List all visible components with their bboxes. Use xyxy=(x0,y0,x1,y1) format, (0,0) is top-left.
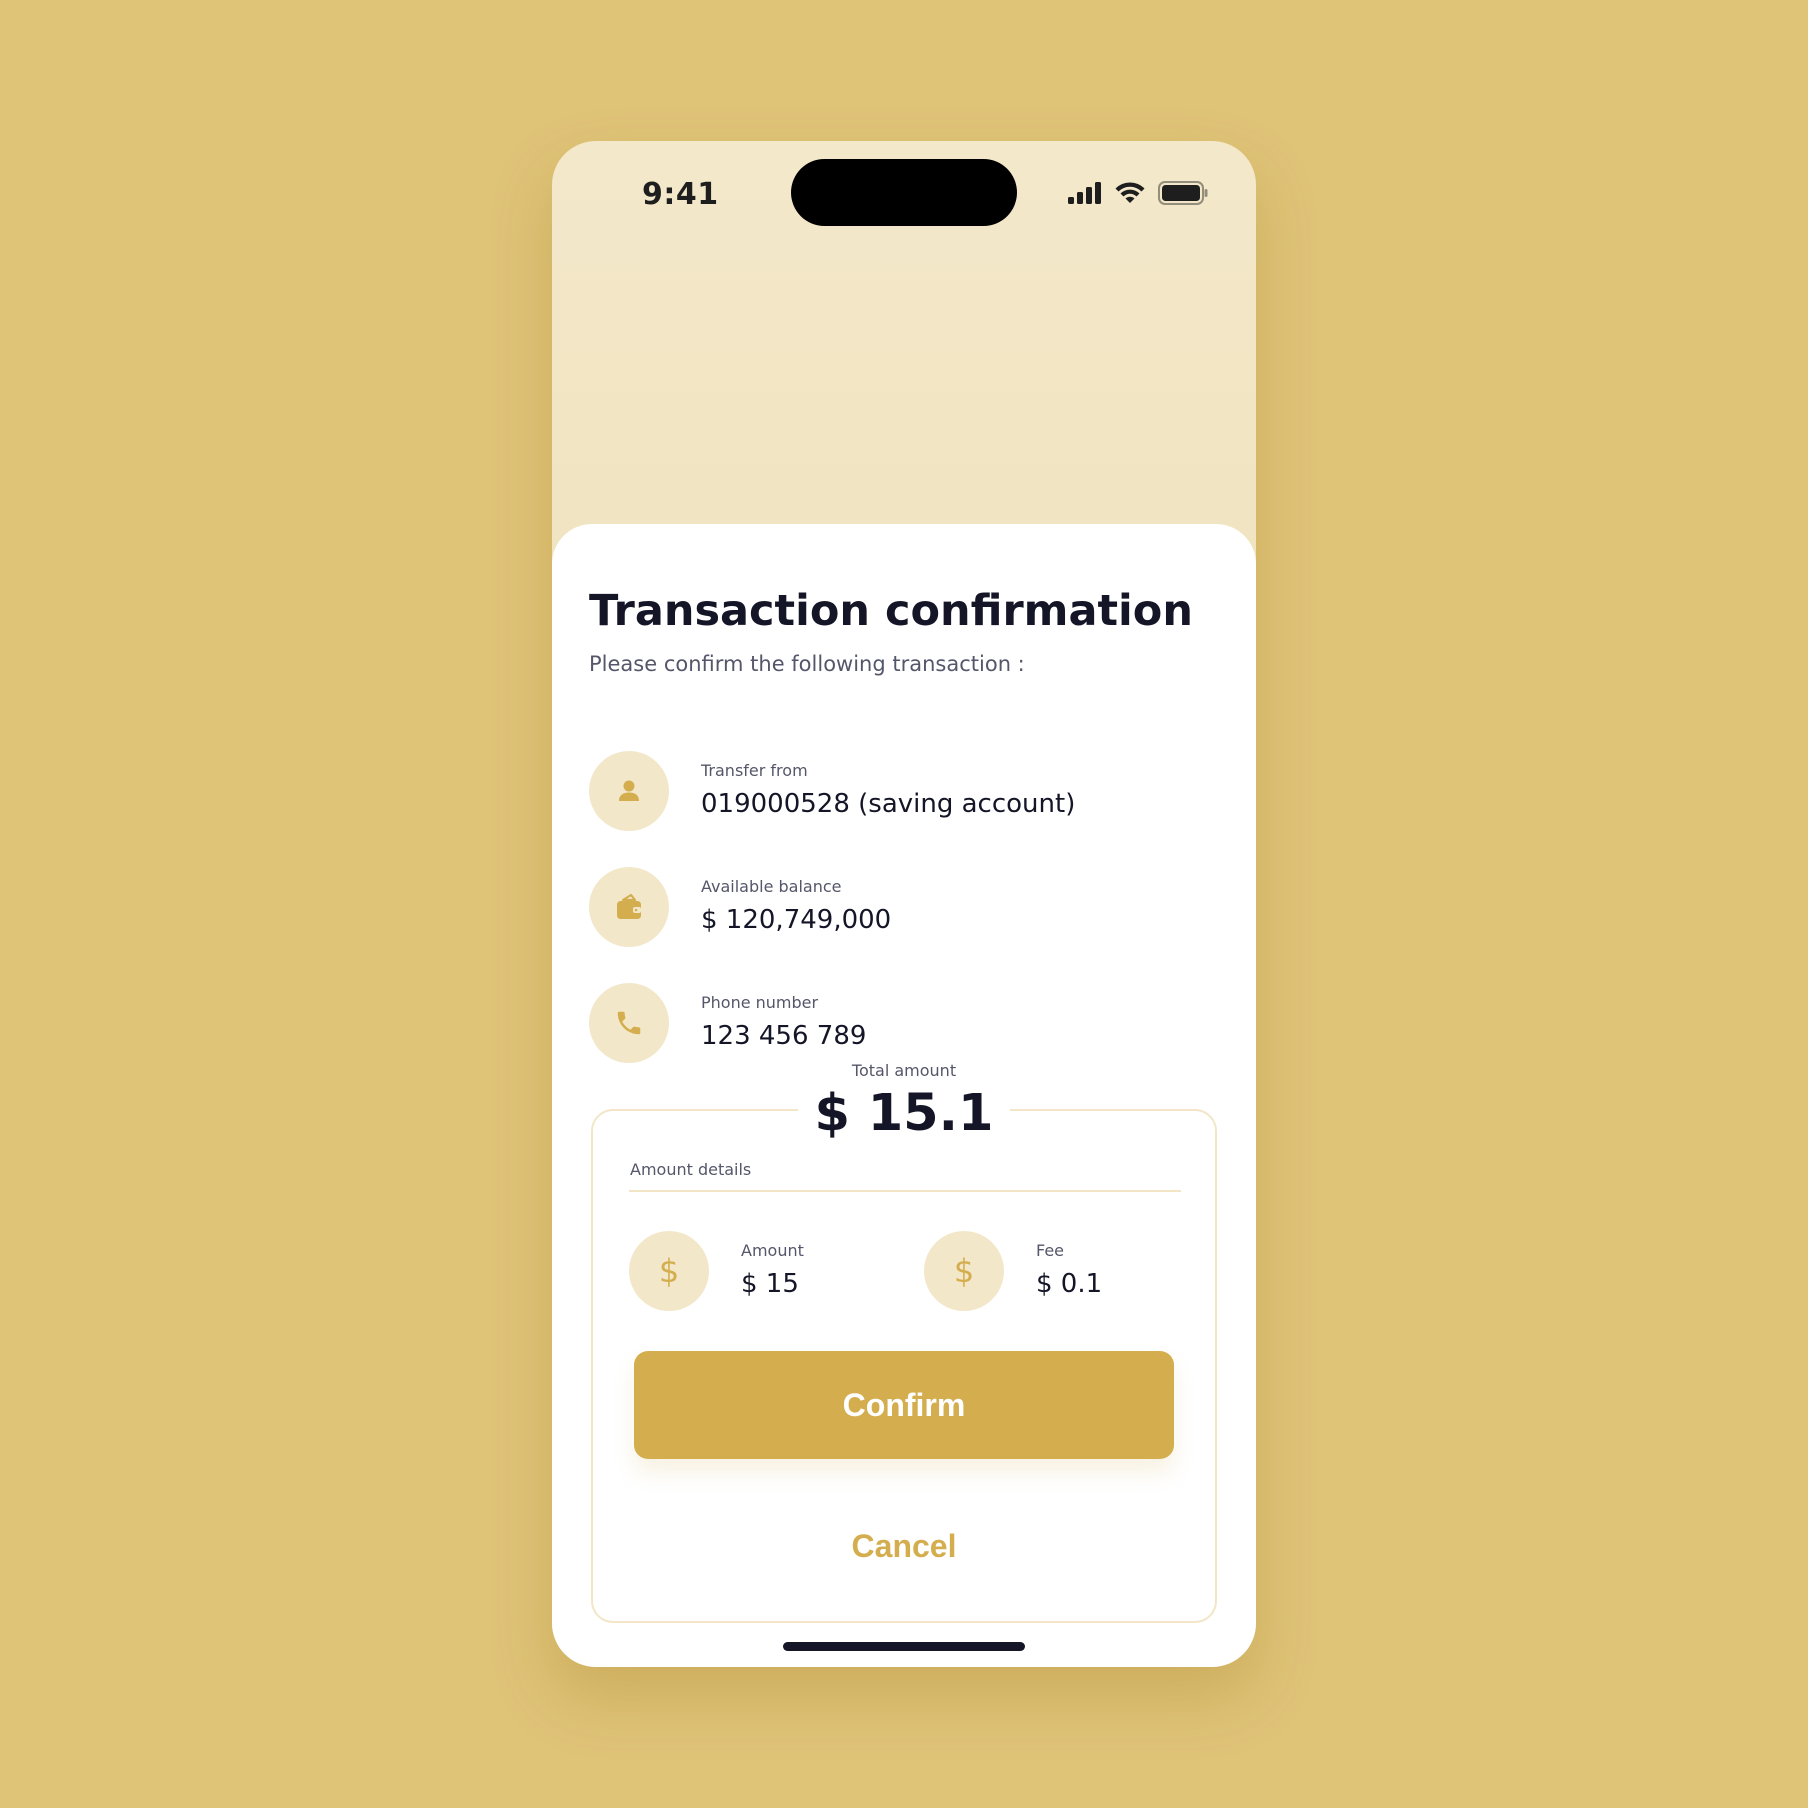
phone-number-value: 123 456 789 xyxy=(701,1021,867,1051)
phone-number-icon-circle xyxy=(589,983,669,1063)
fee-label: Fee xyxy=(1036,1241,1065,1260)
confirmation-sheet: Transaction confirmation Please confirm … xyxy=(552,524,1256,1667)
available-balance-icon-circle xyxy=(589,867,669,947)
amount-icon-circle: $ xyxy=(629,1231,709,1311)
transfer-from-row: Transfer from 019000528 (saving account) xyxy=(589,751,1229,831)
status-time: 9:41 xyxy=(642,177,719,212)
amount-value: $ 15 xyxy=(741,1269,799,1299)
wallet-icon xyxy=(617,893,641,919)
home-indicator[interactable] xyxy=(783,1642,1025,1651)
transfer-from-label: Transfer from xyxy=(701,761,808,780)
phone-number-label: Phone number xyxy=(701,993,819,1012)
dollar-icon: $ xyxy=(658,1252,680,1290)
dynamic-island xyxy=(791,159,1017,226)
total-amount-value-wrap: $ 15.1 xyxy=(552,1079,1256,1149)
transfer-from-value: 019000528 (saving account) xyxy=(701,789,1076,819)
total-amount-label: Total amount xyxy=(851,1061,957,1080)
battery-icon xyxy=(1158,181,1208,205)
fee-item: $ Fee $ 0.1 xyxy=(924,1231,1194,1311)
status-bar: 9:41 xyxy=(552,141,1256,251)
phone-icon xyxy=(617,1011,641,1035)
amount-details-divider xyxy=(629,1190,1181,1192)
dollar-icon: $ xyxy=(953,1252,975,1290)
fee-icon-circle: $ xyxy=(924,1231,1004,1311)
total-amount-value: $ 15.1 xyxy=(798,1079,1010,1149)
available-balance-label: Available balance xyxy=(701,877,842,896)
confirm-button[interactable]: Confirm xyxy=(634,1351,1174,1459)
wifi-icon xyxy=(1115,182,1145,203)
page-subtitle: Please confirm the following transaction… xyxy=(589,652,1025,676)
page-title: Transaction confirmation xyxy=(589,586,1193,636)
phone-number-row: Phone number 123 456 789 xyxy=(589,983,1229,1063)
amount-label: Amount xyxy=(741,1241,804,1260)
cancel-button[interactable]: Cancel xyxy=(634,1496,1174,1596)
status-icons xyxy=(1068,181,1208,205)
user-icon xyxy=(619,780,639,801)
amount-item: $ Amount $ 15 xyxy=(629,1231,899,1311)
transfer-from-icon-circle xyxy=(589,751,669,831)
available-balance-value: $ 120,749,000 xyxy=(701,905,892,935)
fee-value: $ 0.1 xyxy=(1036,1269,1103,1299)
available-balance-row: Available balance $ 120,749,000 xyxy=(589,867,1229,947)
amount-details-label: Amount details xyxy=(630,1160,752,1179)
amount-details-card: Amount details $ Amount $ 15 $ Fee $ 0.1… xyxy=(591,1109,1217,1623)
phone-frame: 9:41 Transaction confirmation Please con… xyxy=(552,141,1256,1667)
cellular-signal-icon xyxy=(1068,182,1101,204)
